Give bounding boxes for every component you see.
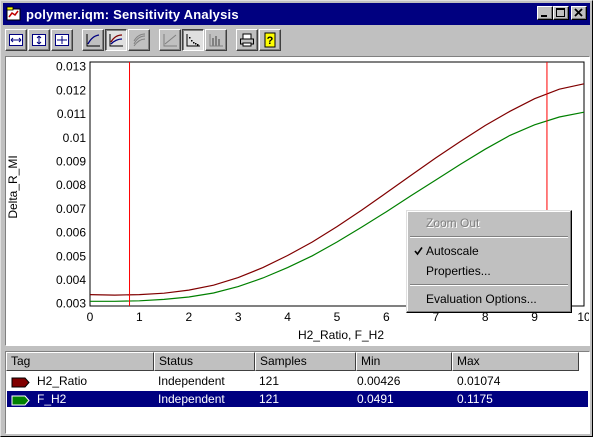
cell-min: 0.0491 [357,392,394,406]
cell-min: 0.00426 [357,374,401,388]
x-tick-label: 2 [185,310,192,324]
window-controls [537,6,587,20]
line-plot-icon [163,34,177,47]
close-button[interactable] [571,6,587,20]
fit-height-button[interactable] [28,29,50,51]
cell-max: 0.01074 [457,374,501,388]
menu-item-label: Properties... [426,264,491,278]
print-button[interactable] [236,29,258,51]
line-curve-icon [86,34,100,47]
fit-all-icon [55,34,69,46]
maximize-button[interactable] [553,6,569,20]
toolbar: ? [5,27,282,53]
multi-curve-button[interactable] [105,29,127,51]
x-tick-label: 3 [235,310,242,324]
y-axis-ticks: 0.003 0.004 0.005 0.006 0.007 0.008 0.009 0.01 0… [56,60,86,311]
menu-separator [410,236,568,238]
variables-table: Tag Status Samples Min Max H2_Ratio Inde… [5,351,590,434]
menu-separator [410,284,568,286]
cell-status: Independent [158,392,225,406]
column-header-status[interactable]: Status [154,352,255,371]
maximize-icon [556,8,565,17]
menu-item-zoom-out[interactable]: Zoom Out [409,213,569,233]
y-tick-label: 0.004 [56,273,86,287]
close-icon [574,8,583,17]
menu-item-evaluation-options[interactable]: Evaluation Options... [409,289,569,309]
fit-width-button[interactable] [5,29,27,51]
y-tick-label: 0.005 [56,249,86,263]
menu-item-label: Zoom Out [426,216,480,230]
fit-width-icon [9,34,23,46]
cell-samples: 121 [259,392,280,406]
y-tick-label: 0.006 [56,226,86,240]
help-button[interactable]: ? [259,29,281,51]
multi-curve-icon [109,34,123,47]
line-plot-button[interactable] [159,29,181,51]
y-tick-label: 0.008 [56,178,86,192]
menu-item-label: Autoscale [426,244,479,258]
surface-curve-button[interactable] [128,29,150,51]
x-tick-label: 10 [577,310,589,324]
table-row[interactable]: F_H2 Independent 121 0.0491 0.1175 [7,391,588,407]
minimize-icon [541,15,547,17]
column-header-max[interactable]: Max [452,352,579,371]
cell-tag: F_H2 [37,392,67,406]
tag-color-icon [11,376,31,392]
scatter-plot-icon [186,34,200,47]
svg-text:?: ? [267,35,274,47]
tag-color-icon [11,394,31,410]
menu-item-label: Evaluation Options... [426,292,537,306]
y-tick-label: 0.01 [63,131,87,145]
x-tick-label: 5 [334,310,341,324]
window-title: polymer.iqm: Sensitivity Analysis [26,6,239,22]
table-row[interactable]: H2_Ratio Independent 121 0.00426 0.01074 [7,373,588,389]
y-tick-label: 0.011 [57,107,86,121]
app-icon[interactable] [6,6,22,22]
bar-plot-icon [209,34,223,47]
column-header-tag[interactable]: Tag [6,352,154,371]
y-tick-label: 0.007 [56,202,86,216]
sensitivity-analysis-window: polymer.iqm: Sensitivity Analysis ? 0.00… [0,0,593,437]
cell-max: 0.1175 [457,392,493,406]
menu-item-autoscale[interactable]: Autoscale [409,241,569,261]
table-header: Tag Status Samples Min Max [6,352,579,371]
cell-samples: 121 [259,374,280,388]
y-tick-label: 0.009 [56,154,86,168]
x-axis-label: H2_Ratio, F_H2 [298,328,384,342]
x-tick-label: 4 [284,310,291,324]
y-axis-label: Delta_R_MI [6,155,20,218]
scatter-plot-button[interactable] [182,29,204,51]
fit-all-button[interactable] [51,29,73,51]
column-header-samples[interactable]: Samples [255,352,356,371]
cell-tag: H2_Ratio [37,374,88,388]
context-menu: Zoom Out Autoscale Properties... Evaluat… [406,210,572,313]
cell-status: Independent [158,374,225,388]
column-header-min[interactable]: Min [356,352,452,371]
y-tick-label: 0.003 [56,297,86,311]
print-icon [240,33,254,47]
x-tick-label: 6 [383,310,390,324]
surface-curve-icon [133,33,146,47]
help-icon: ? [264,32,276,48]
line-curve-button[interactable] [82,29,104,51]
y-tick-label: 0.012 [56,83,86,97]
x-tick-label: 0 [87,310,94,324]
bar-plot-button[interactable] [205,29,227,51]
fit-height-icon [32,34,46,46]
minimize-button[interactable] [537,6,553,20]
y-tick-label: 0.013 [56,60,86,74]
plot-panel[interactable]: 0.003 0.004 0.005 0.006 0.007 0.008 0.009 0.01 0… [5,56,590,346]
menu-item-properties[interactable]: Properties... [409,261,569,281]
title-bar[interactable]: polymer.iqm: Sensitivity Analysis [3,3,590,25]
x-tick-label: 1 [136,310,143,324]
